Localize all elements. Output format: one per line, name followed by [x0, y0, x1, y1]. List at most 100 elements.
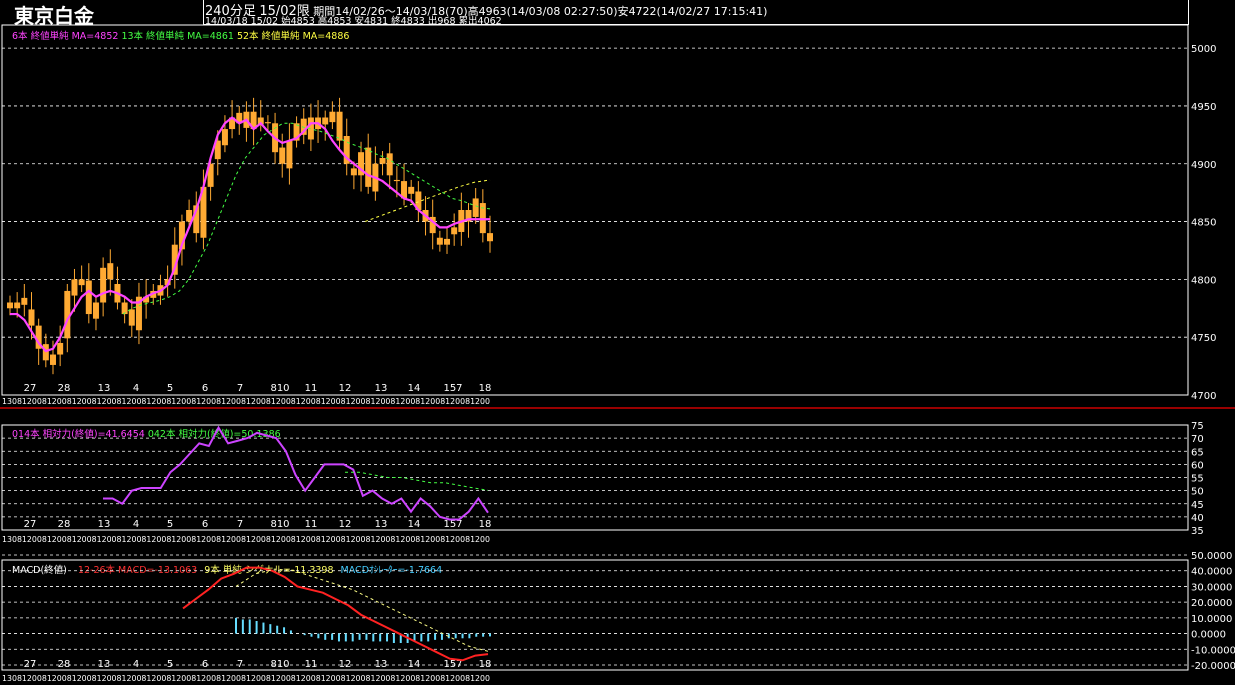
price-y-tick: 4800 — [1191, 275, 1216, 286]
x-date-label: 11 — [305, 519, 318, 530]
candle-body — [487, 233, 493, 242]
x-date-label: 14 — [408, 383, 421, 394]
macd-y-tick: 20.0000 — [1191, 598, 1232, 609]
candle-body — [7, 302, 13, 309]
candle-body — [128, 309, 135, 326]
candle-body — [408, 186, 415, 194]
price-y-tick: 4750 — [1191, 333, 1216, 344]
x-date-label: 18 — [479, 519, 492, 530]
x-date-label: 11 — [305, 659, 318, 670]
price-y-tick: 4950 — [1191, 102, 1216, 113]
x-date-label: 13 — [98, 519, 111, 530]
price-y-tick: 4850 — [1191, 218, 1216, 229]
candle-body — [444, 238, 451, 245]
rsi-y-tick: 55 — [1191, 474, 1204, 485]
x-date-label: 18 — [479, 659, 492, 670]
candle-body — [264, 122, 271, 124]
x-date-label: 14 — [408, 519, 421, 530]
x-date-label: 157 — [443, 383, 462, 394]
x-date-label: 28 — [58, 519, 71, 530]
rsi-y-tick: 40 — [1191, 513, 1204, 524]
x-date-label: 14 — [408, 659, 421, 670]
macd-y-tick: 10.0000 — [1191, 614, 1232, 625]
rsi-y-tick: 35 — [1191, 526, 1204, 537]
macd-y-tick: -10.0000 — [1191, 645, 1235, 656]
candle-body — [279, 147, 286, 164]
candle-body — [100, 267, 107, 303]
macd-y-tick: 50.0000 — [1191, 551, 1232, 562]
x-date-label: 4 — [133, 383, 139, 394]
candle-body — [107, 263, 114, 280]
rsi14-line — [103, 425, 489, 521]
candle-body — [221, 129, 228, 146]
rsi-y-tick: 70 — [1191, 434, 1204, 445]
macd-y-tick: 0.0000 — [1191, 630, 1226, 641]
x-date-label: 12 — [339, 519, 352, 530]
rsi42-line — [345, 471, 489, 491]
x-date-label: 7 — [237, 519, 243, 530]
rsi-y-tick: 45 — [1191, 500, 1204, 511]
x-date-label: 157 — [443, 519, 462, 530]
x-date-label: 13 — [98, 659, 111, 670]
candle-body — [71, 279, 78, 296]
macd-line — [182, 566, 489, 662]
x-date-label: 6 — [202, 519, 208, 530]
x-date-label: 810 — [270, 383, 289, 394]
macd-y-tick: -20.0000 — [1191, 661, 1235, 672]
rsi-y-tick: 75 — [1191, 421, 1204, 432]
rsi-y-tick: 50 — [1191, 487, 1204, 498]
x-time-strip: 1308120081200812008120081200812008120081… — [2, 674, 490, 683]
candle-body — [57, 342, 64, 355]
x-date-label: 27 — [24, 383, 37, 394]
candle-body — [322, 117, 329, 125]
x-date-label: 28 — [58, 383, 71, 394]
x-date-label: 7 — [237, 383, 243, 394]
x-date-label: 4 — [133, 659, 139, 670]
x-date-label: 27 — [24, 659, 37, 670]
candle-body — [386, 153, 393, 176]
rsi-y-tick: 60 — [1191, 460, 1204, 471]
candle-body — [472, 198, 479, 217]
macd-y-tick: 30.0000 — [1191, 582, 1232, 593]
x-date-label: 7 — [237, 659, 243, 670]
candle-body — [78, 279, 85, 286]
candle-body — [14, 302, 21, 309]
candle-body — [21, 297, 28, 305]
x-date-label: 13 — [98, 383, 111, 394]
candle-body — [336, 111, 343, 141]
price-y-tick: 4700 — [1191, 391, 1216, 402]
candle-body — [49, 354, 56, 365]
candle-body — [28, 309, 35, 326]
signal-line — [235, 568, 489, 652]
x-date-label: 5 — [167, 659, 173, 670]
candle-body — [92, 302, 99, 319]
x-date-label: 5 — [167, 519, 173, 530]
x-date-label: 27 — [24, 519, 37, 530]
x-date-label: 5 — [167, 383, 173, 394]
candle-body — [329, 111, 336, 123]
candle-body — [379, 157, 386, 164]
x-date-label: 810 — [270, 519, 289, 530]
x-date-label: 6 — [202, 383, 208, 394]
x-time-strip: 1308120081200812008120081200812008120081… — [2, 397, 490, 406]
price-panel-frame — [1, 24, 1189, 396]
candle-body — [286, 140, 293, 169]
x-date-label: 13 — [375, 383, 388, 394]
x-date-label: 4 — [133, 519, 139, 530]
candle-body — [85, 280, 92, 315]
price-y-tick: 4900 — [1191, 160, 1216, 171]
macd-y-tick: 40.0000 — [1191, 567, 1232, 578]
candle-body — [365, 147, 372, 187]
candle-body — [42, 344, 49, 361]
x-date-label: 6 — [202, 659, 208, 670]
candle-body — [451, 227, 458, 235]
rsi-y-tick: 65 — [1191, 447, 1204, 458]
candle-body — [436, 237, 443, 245]
candle-body — [393, 179, 400, 182]
x-date-label: 810 — [270, 659, 289, 670]
chart-canvas: 5000495049004850480047504700272727282828… — [0, 24, 1235, 683]
x-date-label: 18 — [479, 383, 492, 394]
candle-body — [121, 302, 128, 315]
x-date-label: 13 — [375, 519, 388, 530]
candle-body — [350, 168, 357, 176]
